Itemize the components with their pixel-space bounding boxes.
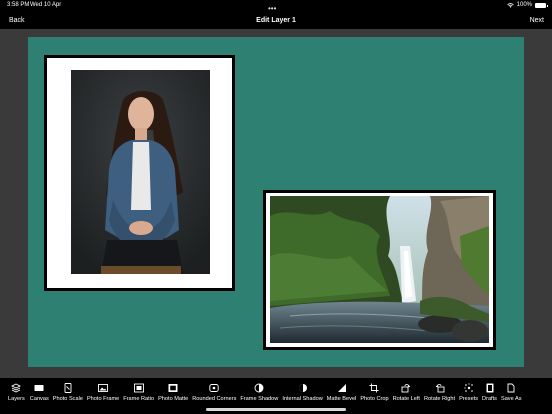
status-indicators: 100% bbox=[506, 2, 548, 8]
matte-bevel-button[interactable]: Matte Bevel bbox=[326, 379, 357, 406]
battery-level bbox=[536, 3, 545, 7]
canvas-label: Canvas bbox=[29, 396, 49, 402]
rotate-left-label: Rotate Left bbox=[392, 396, 420, 402]
frame-shadow-icon bbox=[254, 383, 264, 393]
portrait-photo-image bbox=[71, 70, 210, 274]
waterfall-photo-image bbox=[270, 196, 489, 343]
internal-shadow-icon bbox=[298, 384, 307, 392]
status-date: Wed 10 Apr bbox=[30, 2, 62, 8]
portrait-photo[interactable] bbox=[71, 70, 210, 274]
edit-toolbar: Layers Canvas Photo Scale Photo Frame Frame … bbox=[4, 379, 552, 406]
canvas-button[interactable]: Canvas bbox=[30, 379, 49, 406]
page-title: Edit Layer 1 bbox=[256, 17, 296, 24]
portrait-photo-frame[interactable] bbox=[44, 55, 235, 291]
portrait-photo-matte bbox=[47, 58, 232, 288]
photo-matte-icon bbox=[168, 384, 178, 392]
next-button[interactable]: Next bbox=[530, 17, 544, 24]
layers-label: Layers bbox=[8, 396, 25, 402]
photo-frame-label: Photo Frame bbox=[86, 396, 120, 402]
rotate-right-label: Rotate Right bbox=[423, 396, 456, 402]
waterfall-photo[interactable] bbox=[270, 196, 489, 343]
photo-scale-label: Photo Scale bbox=[52, 396, 83, 402]
presets-button[interactable]: Presets bbox=[459, 379, 478, 406]
photo-crop-label: Photo Crop bbox=[360, 396, 389, 402]
wifi-icon bbox=[506, 2, 514, 8]
canvas[interactable] bbox=[28, 37, 524, 367]
rotate-left-button[interactable]: Rotate Left bbox=[393, 379, 420, 406]
photo-matte-button[interactable]: Photo Matte bbox=[158, 379, 188, 406]
photo-crop-icon bbox=[369, 383, 379, 393]
save-as-label: Save As bbox=[500, 396, 522, 402]
frame-ratio-button[interactable]: Frame Ratio bbox=[123, 379, 154, 406]
photo-crop-button[interactable]: Photo Crop bbox=[360, 379, 389, 406]
photo-frame-button[interactable]: Photo Frame bbox=[87, 379, 119, 406]
presets-icon bbox=[463, 383, 473, 392]
presets-label: Presets bbox=[459, 396, 479, 402]
layers-icon bbox=[11, 383, 22, 393]
drafts-button[interactable]: Drafts bbox=[482, 379, 497, 406]
internal-shadow-button[interactable]: Internal Shadow bbox=[282, 379, 323, 406]
rotate-right-icon bbox=[435, 384, 444, 393]
rotate-right-button[interactable]: Rotate Right bbox=[424, 379, 455, 406]
frame-shadow-button[interactable]: Frame Shadow bbox=[240, 379, 278, 406]
matte-bevel-icon bbox=[337, 384, 346, 392]
rounded-corners-label: Rounded Corners bbox=[192, 396, 237, 402]
layers-button[interactable]: Layers bbox=[8, 379, 25, 406]
rotate-left-icon bbox=[401, 384, 411, 393]
landscape-photo-matte bbox=[266, 193, 493, 347]
landscape-photo-frame[interactable] bbox=[263, 190, 496, 350]
internal-shadow-label: Internal Shadow bbox=[282, 396, 323, 402]
workspace bbox=[0, 29, 552, 378]
status-time: 3:58 PM bbox=[7, 2, 30, 8]
canvas-icon bbox=[34, 385, 44, 391]
photo-matte-label: Photo Matte bbox=[158, 396, 189, 402]
drafts-icon bbox=[486, 383, 493, 393]
battery-percent: 100% bbox=[516, 2, 532, 8]
frame-ratio-label: Frame Ratio bbox=[123, 396, 155, 402]
photo-scale-icon bbox=[64, 383, 72, 393]
save-as-icon bbox=[507, 383, 515, 393]
rounded-corners-button[interactable]: Rounded Corners bbox=[192, 379, 236, 406]
nav-bar: ••• Back Edit Layer 1 Next bbox=[0, 4, 552, 29]
rounded-corners-icon bbox=[209, 384, 219, 392]
battery-icon bbox=[535, 2, 548, 8]
home-indicator[interactable] bbox=[206, 408, 346, 411]
photo-scale-button[interactable]: Photo Scale bbox=[53, 379, 83, 406]
frame-ratio-icon bbox=[133, 383, 144, 393]
save-as-button[interactable]: Save As bbox=[501, 379, 522, 406]
photo-frame-icon bbox=[98, 384, 109, 392]
multitasking-dots-icon[interactable]: ••• bbox=[268, 4, 276, 13]
drafts-label: Drafts bbox=[482, 396, 497, 402]
frame-shadow-label: Frame Shadow bbox=[240, 396, 279, 402]
matte-bevel-label: Matte Bevel bbox=[326, 396, 357, 402]
